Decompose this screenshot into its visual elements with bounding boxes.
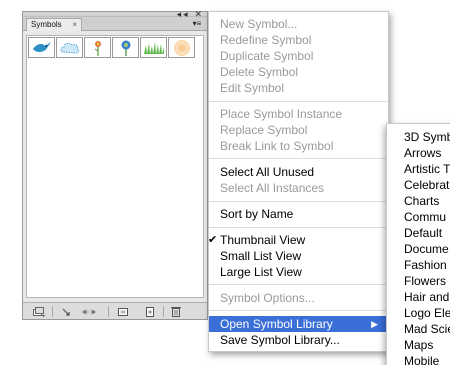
tab-symbols[interactable]: Symbols × [26,18,82,31]
menu-item-select-all-instances[interactable]: Select All Instances [209,180,388,196]
menu-item-duplicate-symbol[interactable]: Duplicate Symbol [209,48,388,64]
submenu-item-maps[interactable]: Maps [387,337,450,353]
submenu-item-3d-symbols[interactable]: 3D Symb [387,129,450,145]
menu-item-redefine-symbol[interactable]: Redefine Symbol [209,32,388,48]
submenu-item-communication[interactable]: Commu [387,209,450,225]
place-symbol-icon[interactable] [60,306,76,317]
submenu-item-mad-science[interactable]: Mad Scie [387,321,450,337]
panel-menu-icon[interactable]: ▾≡ [191,19,203,29]
new-symbol-icon[interactable] [142,306,158,317]
sun-symbol-icon[interactable] [168,37,195,58]
submenu-item-celebration[interactable]: Celebrat [387,177,450,193]
menu-item-delete-symbol[interactable]: Delete Symbol [209,64,388,80]
menu-item-edit-symbol[interactable]: Edit Symbol [209,80,388,96]
submenu-item-mobile[interactable]: Mobile [387,353,450,365]
submenu-item-artistic-textures[interactable]: Artistic T [387,161,450,177]
menu-item-place-symbol-instance[interactable]: Place Symbol Instance [209,106,388,122]
menu-item-large-list-view[interactable]: Large List View [209,264,388,280]
menu-item-label: Open Symbol Library [220,317,333,331]
submenu-item-arrows[interactable]: Arrows [387,145,450,161]
symbol-libraries-menu-icon[interactable] [31,306,47,317]
symbols-list [26,35,204,298]
submenu-item-fashion[interactable]: Fashion [387,257,450,273]
submenu-arrow-icon: ▶ [371,319,378,329]
menu-item-save-symbol-library[interactable]: Save Symbol Library... [209,332,388,348]
menu-separator [209,101,388,102]
menu-item-open-symbol-library[interactable]: Open Symbol Library ▶ [209,316,388,332]
blue-flower-symbol-icon[interactable] [112,37,139,58]
symbols-panel-menu: New Symbol... Redefine Symbol Duplicate … [208,11,389,352]
symbol-library-submenu: 3D Symb Arrows Artistic T Celebrat Chart… [386,123,450,365]
flower-symbol-icon[interactable] [84,37,111,58]
symbols-panel: ◂◂ ✕ Symbols × ▾≡ [22,10,208,320]
delete-symbol-icon[interactable] [168,306,184,317]
menu-item-replace-symbol[interactable]: Replace Symbol [209,122,388,138]
symbol-options-icon[interactable] [115,306,131,317]
menu-separator [209,284,388,285]
submenu-item-flowers[interactable]: Flowers [387,273,450,289]
menu-item-break-link-to-symbol[interactable]: Break Link to Symbol [209,138,388,154]
menu-separator [209,310,388,311]
submenu-item-documents[interactable]: Docume [387,241,450,257]
menu-separator [209,227,388,228]
submenu-item-hair-and-fur[interactable]: Hair and [387,289,450,305]
submenu-item-default[interactable]: Default [387,225,450,241]
menu-separator [209,158,388,159]
tab-symbols-label: Symbols [31,20,62,29]
menu-item-label: Thumbnail View [220,233,306,247]
menu-separator [209,201,388,202]
break-link-icon[interactable] [81,306,97,317]
cloud-symbol-icon[interactable] [56,37,83,58]
menu-item-symbol-options[interactable]: Symbol Options... [209,290,388,306]
panel-footer-toolbar [23,302,207,319]
menu-item-new-symbol[interactable]: New Symbol... [209,16,388,32]
menu-item-select-all-unused[interactable]: Select All Unused [209,164,388,180]
panel-tab-bar: Symbols × ▾≡ [23,17,207,31]
submenu-item-charts[interactable]: Charts [387,193,450,209]
submenu-item-logo-elements[interactable]: Logo Ele [387,305,450,321]
menu-item-small-list-view[interactable]: Small List View [209,248,388,264]
bird-symbol-icon[interactable] [28,37,55,58]
checkmark-icon: ✔ [208,234,218,246]
menu-item-thumbnail-view[interactable]: ✔ Thumbnail View [208,232,388,248]
grass-symbol-icon[interactable] [140,37,167,58]
menu-item-sort-by-name[interactable]: Sort by Name [209,206,388,222]
tab-close-icon[interactable]: × [72,20,77,30]
